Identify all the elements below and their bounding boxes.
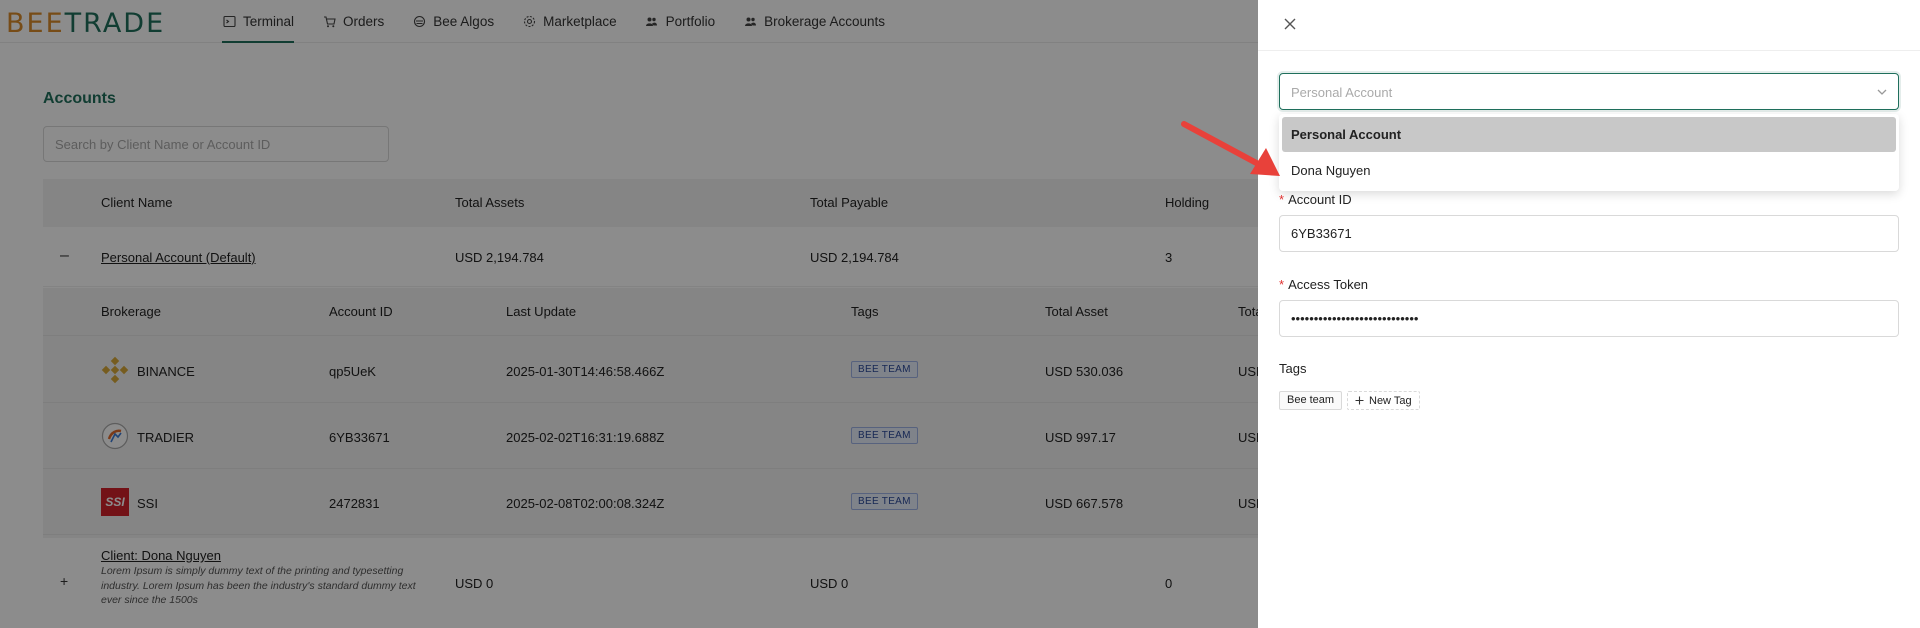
new-tag-button[interactable]: New Tag bbox=[1347, 391, 1420, 410]
required-mark: * bbox=[1279, 192, 1285, 207]
option-dona-nguyen[interactable]: Dona Nguyen bbox=[1282, 153, 1896, 188]
account-id-label: * Account ID bbox=[1279, 192, 1352, 207]
account-owner-select[interactable]: Personal Account bbox=[1279, 73, 1899, 110]
annotation-arrow-icon bbox=[1181, 121, 1280, 176]
access-token-label: * Access Token bbox=[1279, 277, 1369, 292]
access-token-field[interactable] bbox=[1279, 300, 1899, 337]
tags-label: Tags bbox=[1279, 361, 1307, 376]
chevron-down-icon bbox=[1876, 86, 1888, 101]
select-dropdown: Personal Account Dona Nguyen bbox=[1279, 114, 1899, 191]
required-mark: * bbox=[1279, 277, 1285, 292]
option-personal-account[interactable]: Personal Account bbox=[1282, 117, 1896, 152]
account-id-field[interactable] bbox=[1279, 215, 1899, 252]
plus-icon bbox=[1355, 396, 1364, 405]
select-placeholder: Personal Account bbox=[1291, 85, 1393, 100]
close-icon[interactable] bbox=[1280, 14, 1300, 34]
tag-chip[interactable]: Bee team bbox=[1279, 391, 1343, 410]
edit-account-drawer: Personal Account Personal Account Dona N… bbox=[1258, 0, 1920, 628]
drawer-header bbox=[1258, 0, 1920, 51]
modal-backdrop[interactable] bbox=[0, 0, 1258, 628]
